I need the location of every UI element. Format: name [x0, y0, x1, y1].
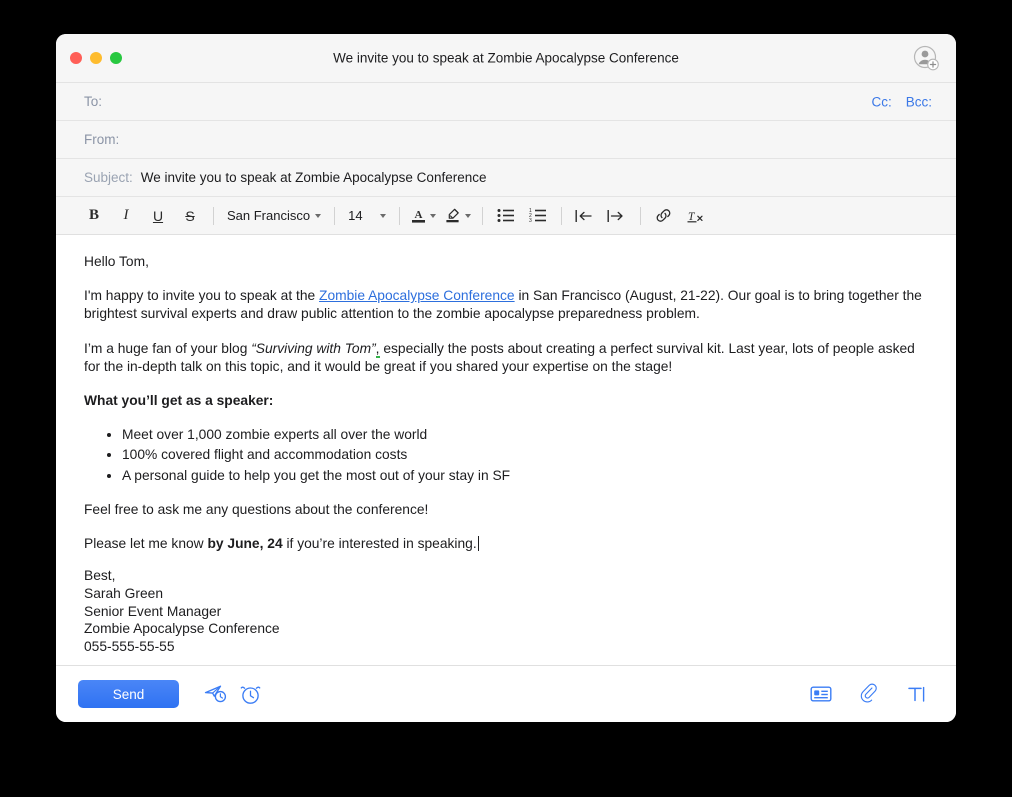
numbered-list-icon: 1 2 3	[529, 208, 547, 223]
svg-text:A: A	[414, 209, 422, 221]
font-size-select[interactable]: 14	[342, 203, 391, 229]
reminder-icon[interactable]	[233, 679, 267, 709]
message-body[interactable]: Hello Tom, I'm happy to invite you to sp…	[56, 235, 956, 665]
signature-block: Best, Sarah Green Senior Event Manager Z…	[84, 567, 928, 655]
text-cursor	[477, 536, 479, 552]
window-title: We invite you to speak at Zombie Apocaly…	[333, 50, 679, 66]
add-contact-icon[interactable]	[913, 45, 939, 71]
cc-button[interactable]: Cc:	[871, 94, 891, 109]
compose-action-bar: Send	[56, 665, 956, 722]
insert-link-button[interactable]	[648, 203, 680, 229]
window-titlebar: We invite you to speak at Zombie Apocaly…	[56, 34, 956, 83]
highlight-color-button[interactable]	[440, 203, 475, 229]
italic-button[interactable]: I	[110, 203, 142, 229]
paragraph4-text-before-bold: Please let me know	[84, 536, 208, 552]
list-item: A personal guide to help you get the mos…	[122, 467, 928, 485]
traffic-lights	[70, 52, 122, 64]
formatting-toolbar: B I U S San Francisco 14 A 1 2 3 T	[56, 197, 956, 235]
font-family-value: San Francisco	[227, 208, 311, 223]
chevron-down-icon	[379, 213, 386, 218]
from-field-row[interactable]: From:	[56, 121, 956, 159]
body-paragraph-3: Feel free to ask me any questions about …	[84, 501, 429, 517]
bullet-list-button[interactable]	[490, 203, 522, 229]
list-item: 100% covered flight and accommodation co…	[122, 446, 928, 464]
chevron-down-icon	[429, 213, 436, 218]
body-paragraph-2: I’m a huge fan of your blog “Surviving w…	[84, 340, 928, 376]
paragraph4-text-after-bold: if you’re interested in speaking.	[282, 536, 477, 552]
subject-field-row[interactable]: Subject: We invite you to speak at Zombi…	[56, 159, 956, 197]
outdent-button[interactable]	[569, 203, 601, 229]
benefits-heading: What you’ll get as a speaker:	[84, 392, 928, 410]
text-color-button[interactable]: A	[407, 203, 440, 229]
numbered-list-button[interactable]: 1 2 3	[522, 203, 554, 229]
signature-icon[interactable]	[804, 679, 838, 709]
text-color-icon: A	[411, 209, 425, 223]
minimize-button[interactable]	[90, 52, 102, 64]
svg-text:3: 3	[529, 218, 532, 223]
font-family-select[interactable]: San Francisco	[221, 203, 327, 229]
toolbar-divider	[639, 206, 641, 225]
compose-email-window: We invite you to speak at Zombie Apocaly…	[56, 34, 956, 722]
outdent-icon	[575, 209, 592, 222]
toolbar-divider	[481, 206, 483, 225]
body-greeting: Hello Tom,	[84, 254, 149, 269]
font-size-value: 14	[348, 208, 363, 223]
subject-input[interactable]: We invite you to speak at Zombie Apocaly…	[133, 170, 932, 185]
underline-button[interactable]: U	[142, 203, 174, 229]
toolbar-divider	[560, 206, 562, 225]
subject-label: Subject:	[84, 170, 133, 185]
format-text-icon[interactable]	[900, 679, 934, 709]
send-button[interactable]: Send	[78, 680, 179, 708]
address-fields: To: Cc: Bcc: From: Subject: We invite yo…	[56, 83, 956, 197]
body-paragraph-1: I'm happy to invite you to speak at the …	[84, 287, 928, 323]
clear-formatting-icon: T	[687, 211, 703, 223]
toolbar-divider	[334, 206, 336, 225]
maximize-button[interactable]	[110, 52, 122, 64]
blog-title-italic: “Surviving with Tom”	[251, 340, 376, 356]
signature-line: Zombie Apocalypse Conference	[84, 621, 280, 637]
to-field-row[interactable]: To: Cc: Bcc:	[56, 83, 956, 121]
conference-link[interactable]: Zombie Apocalypse Conference	[319, 288, 515, 303]
indent-button[interactable]	[601, 203, 633, 229]
deadline-bold: by June, 24	[207, 536, 283, 552]
bold-button[interactable]: B	[78, 203, 110, 229]
attachment-icon[interactable]	[852, 679, 886, 709]
clear-formatting-button[interactable]: T	[680, 203, 712, 229]
compose-tools-group	[804, 679, 934, 709]
list-item: Meet over 1,000 zombie experts all over …	[122, 426, 928, 444]
signature-line: Best,	[84, 568, 116, 584]
toolbar-divider	[213, 206, 214, 225]
benefits-heading-text: What you’ll get as a speaker:	[84, 393, 274, 409]
highlighter-icon	[445, 208, 459, 223]
signature-line: Sarah Green	[84, 585, 163, 601]
signature-line: Senior Event Manager	[84, 603, 222, 619]
benefits-list: Meet over 1,000 zombie experts all over …	[84, 426, 928, 485]
link-icon	[656, 209, 671, 222]
strikethrough-button[interactable]: S	[174, 203, 206, 229]
from-label: From:	[84, 132, 120, 147]
body-paragraph-4: Please let me know by June, 24 if you’re…	[84, 535, 928, 553]
signature-line: 055-555-55-55	[84, 638, 175, 654]
cc-bcc-group: Cc: Bcc:	[871, 94, 932, 109]
to-label: To:	[84, 94, 103, 109]
bcc-button[interactable]: Bcc:	[906, 94, 932, 109]
bullet-list-icon	[497, 209, 515, 222]
indent-icon	[607, 209, 623, 222]
chevron-down-icon	[464, 213, 471, 218]
paragraph1-text-before-link: I'm happy to invite you to speak at the	[84, 288, 320, 304]
paragraph2-text-before-italic: I’m a huge fan of your blog	[84, 340, 252, 356]
svg-text:T: T	[688, 211, 696, 223]
send-later-icon[interactable]	[199, 679, 233, 709]
toolbar-divider	[398, 206, 400, 225]
chevron-down-icon	[315, 213, 322, 218]
close-button[interactable]	[70, 52, 82, 64]
